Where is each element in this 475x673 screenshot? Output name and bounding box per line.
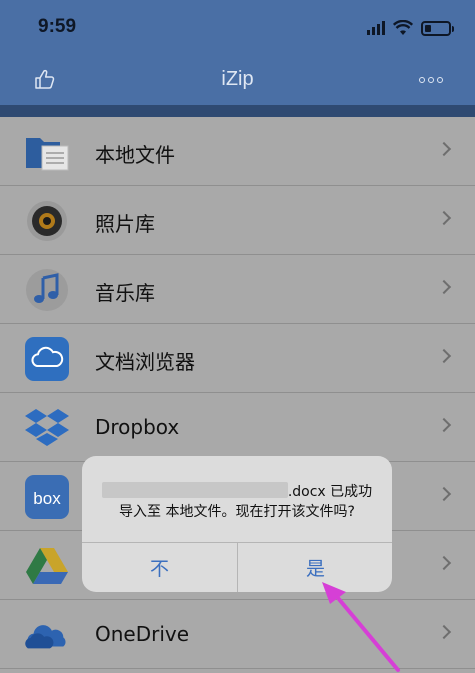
- list-item-label: 照片库: [95, 212, 155, 236]
- alert-message-line2: 导入至 本地文件。现在打开该文件吗?: [119, 504, 355, 520]
- status-time: 9:59: [38, 16, 77, 37]
- status-icons: [367, 18, 454, 38]
- onedrive-icon: [24, 613, 70, 657]
- list-item-label: 本地文件: [95, 143, 175, 167]
- list-item-music-library[interactable]: 音乐库: [0, 255, 475, 324]
- redacted-filename: [101, 482, 288, 498]
- list-item-dropbox[interactable]: Dropbox: [0, 393, 475, 462]
- chevron-right-icon: [436, 279, 452, 295]
- page-title: iZip: [221, 68, 254, 90]
- box-icon: box: [24, 475, 70, 519]
- camera-icon: [24, 199, 70, 243]
- list-item-onedrive[interactable]: OneDrive: [0, 600, 475, 669]
- chevron-right-icon: [436, 555, 452, 571]
- more-icon[interactable]: [419, 77, 443, 83]
- chevron-right-icon: [436, 210, 452, 226]
- cellular-signal-icon: [367, 21, 385, 35]
- navbar: iZip: [0, 55, 475, 105]
- chevron-right-icon: [436, 348, 452, 364]
- battery-icon: [421, 20, 454, 36]
- navbar-divider: [0, 105, 475, 117]
- chevron-right-icon: [436, 417, 452, 433]
- wifi-icon: [393, 20, 413, 35]
- open-file-alert: .docx 已成功 导入至 本地文件。现在打开该文件吗? 不 是: [82, 456, 392, 592]
- list-item-photo-library[interactable]: 照片库: [0, 186, 475, 255]
- chevron-right-icon: [436, 486, 452, 502]
- list-item-local-files[interactable]: 本地文件: [0, 117, 475, 186]
- music-note-icon: [24, 268, 70, 312]
- list-item-label: 文档浏览器: [95, 350, 195, 374]
- status-bar: 9:59: [0, 0, 475, 55]
- list-item-label: 音乐库: [95, 281, 155, 305]
- list-item-label: Dropbox: [95, 415, 180, 439]
- cloud-icon: [24, 337, 70, 381]
- dropbox-icon: [24, 406, 70, 450]
- no-button[interactable]: 不: [82, 543, 237, 592]
- list-item-document-browser[interactable]: 文档浏览器: [0, 324, 475, 393]
- alert-message-line1: .docx 已成功: [287, 484, 373, 500]
- google-drive-icon: [24, 544, 70, 588]
- chevron-right-icon: [436, 624, 452, 640]
- alert-message: .docx 已成功 导入至 本地文件。现在打开该文件吗?: [96, 482, 378, 522]
- list-item-label: OneDrive: [95, 622, 190, 646]
- folder-icon: [24, 130, 70, 174]
- svg-text:box: box: [33, 489, 61, 508]
- chevron-right-icon: [436, 141, 452, 157]
- yes-button[interactable]: 是: [238, 543, 392, 592]
